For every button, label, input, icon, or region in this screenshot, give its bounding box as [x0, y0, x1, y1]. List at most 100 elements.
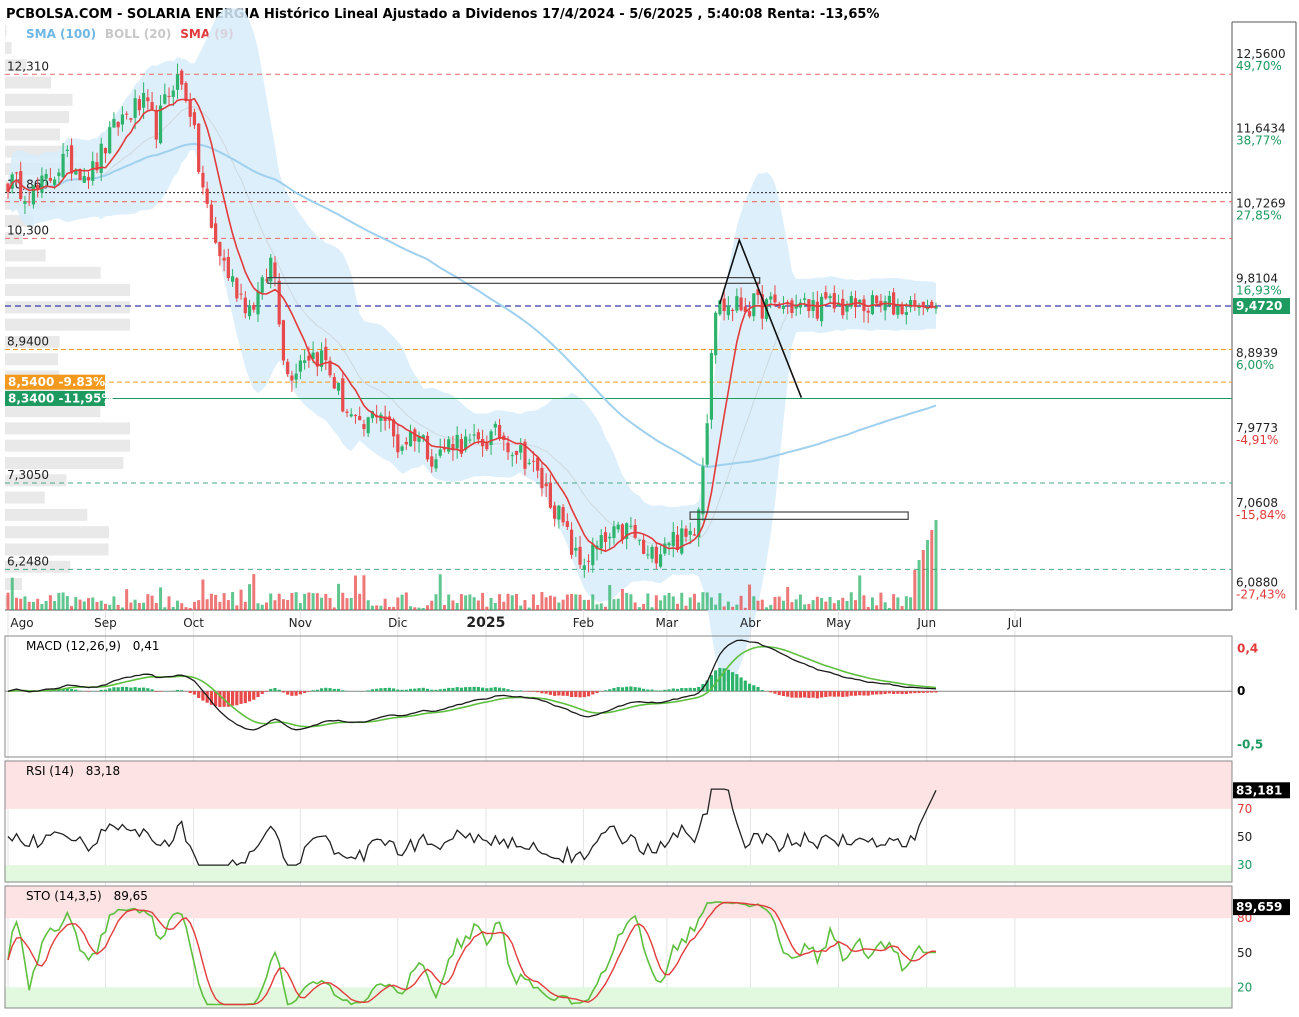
volume-bar	[786, 587, 789, 610]
volume-bar	[841, 598, 844, 610]
candle-body	[155, 111, 158, 140]
macd-histogram-bar	[888, 691, 891, 693]
macd-histogram-bar	[468, 687, 471, 691]
candle-body	[150, 102, 153, 109]
macd-histogram-bar	[464, 687, 467, 691]
candle-body	[129, 118, 132, 119]
volume-bar	[23, 596, 26, 610]
macd-histogram-bar	[100, 690, 103, 691]
macd-histogram-bar	[625, 687, 628, 692]
volume-bar	[384, 599, 387, 610]
macd-histogram-bar	[591, 691, 594, 694]
macd-histogram-bar	[727, 670, 730, 692]
volume-bar	[545, 597, 548, 610]
macd-histogram-bar	[146, 688, 149, 691]
volume-bar	[803, 604, 806, 610]
volume-bar	[723, 606, 726, 610]
volume-bar	[481, 593, 484, 610]
volume-profile-bar	[5, 249, 46, 261]
candle-body	[180, 71, 183, 85]
volume-bar	[824, 602, 827, 610]
macd-histogram-bar	[303, 691, 306, 693]
volume-bar	[913, 570, 916, 610]
rsi-last-value: 83,18	[86, 764, 120, 778]
month-label: Ago	[10, 616, 33, 630]
rsi-title: RSI (14) 83,18	[26, 764, 120, 778]
candle-body	[40, 176, 43, 193]
volume-bar	[206, 599, 209, 610]
volume-bar	[418, 608, 421, 610]
candle-body	[184, 83, 187, 101]
volume-profile-bar	[5, 94, 73, 106]
candle-body	[354, 415, 357, 416]
macd-histogram-bar	[875, 691, 878, 694]
volume-bar	[456, 603, 459, 610]
sto-axis-tick: 50	[1237, 946, 1252, 960]
macd-histogram-bar	[193, 691, 196, 694]
rsi-axis-tick: 50	[1237, 830, 1252, 844]
macd-histogram-bar	[324, 688, 327, 691]
month-label: May	[826, 616, 851, 630]
volume-profile-bar	[5, 301, 130, 313]
macd-histogram-bar	[562, 691, 565, 696]
macd-histogram-bar	[604, 690, 607, 691]
macd-histogram-bar	[845, 691, 848, 696]
volume-bar	[879, 593, 882, 610]
candle-body	[574, 548, 577, 551]
macd-histogram-bar	[735, 674, 738, 691]
right-axis-percent: 49,70%	[1236, 59, 1282, 73]
volume-bar	[854, 600, 857, 610]
candle-body	[405, 442, 408, 445]
macd-histogram-bar	[248, 691, 251, 701]
volume-bar	[498, 594, 501, 610]
candle-body	[295, 374, 298, 380]
candle-body	[358, 416, 361, 420]
candle-body	[108, 127, 111, 153]
macd-histogram-bar	[74, 690, 77, 692]
macd-histogram-bar	[333, 689, 336, 691]
macd-histogram-bar	[117, 687, 120, 691]
candle-body	[646, 554, 649, 555]
candle-body	[578, 547, 581, 565]
volume-profile-bar	[5, 405, 100, 417]
candle-body	[362, 424, 365, 429]
volume-bar	[28, 602, 31, 610]
month-label: 2025	[466, 615, 505, 631]
macd-histogram-bar	[337, 689, 340, 691]
volume-bar	[714, 605, 717, 610]
macd-histogram-bar	[78, 691, 81, 692]
volume-bar	[782, 601, 785, 610]
macd-histogram-bar	[400, 690, 403, 691]
candle-body	[172, 90, 175, 96]
volume-bar	[290, 593, 293, 610]
macd-histogram-bar	[761, 690, 764, 691]
candle-body	[83, 176, 86, 183]
macd-histogram-bar	[867, 691, 870, 695]
macd-histogram-bar	[892, 691, 895, 694]
volume-bar	[905, 596, 908, 610]
volume-bar	[189, 608, 192, 610]
volume-bar	[299, 603, 302, 610]
macd-histogram-bar	[231, 691, 234, 705]
candle-body	[45, 174, 48, 179]
macd-histogram-bar	[879, 691, 882, 694]
volume-profile-bar	[5, 25, 6, 37]
macd-histogram-bar	[905, 691, 908, 694]
candle-body	[206, 189, 209, 204]
volume-bar	[210, 594, 213, 610]
candle-body	[773, 295, 776, 303]
candle-body	[350, 414, 353, 416]
macd-histogram-bar	[778, 691, 781, 695]
macd-histogram-bar	[828, 691, 831, 696]
candle-body	[256, 291, 259, 315]
volume-bar	[286, 600, 289, 610]
month-label: Jul	[1007, 616, 1022, 630]
volume-bar	[155, 603, 158, 610]
candle-body	[528, 463, 531, 464]
rsi-axis-tick: 70	[1237, 802, 1252, 816]
legend-sma100: SMA (100)	[26, 27, 96, 41]
candle-body	[125, 114, 128, 115]
macd-histogram-bar	[494, 687, 497, 691]
volume-bar	[121, 607, 124, 610]
volume-bar	[354, 576, 357, 610]
